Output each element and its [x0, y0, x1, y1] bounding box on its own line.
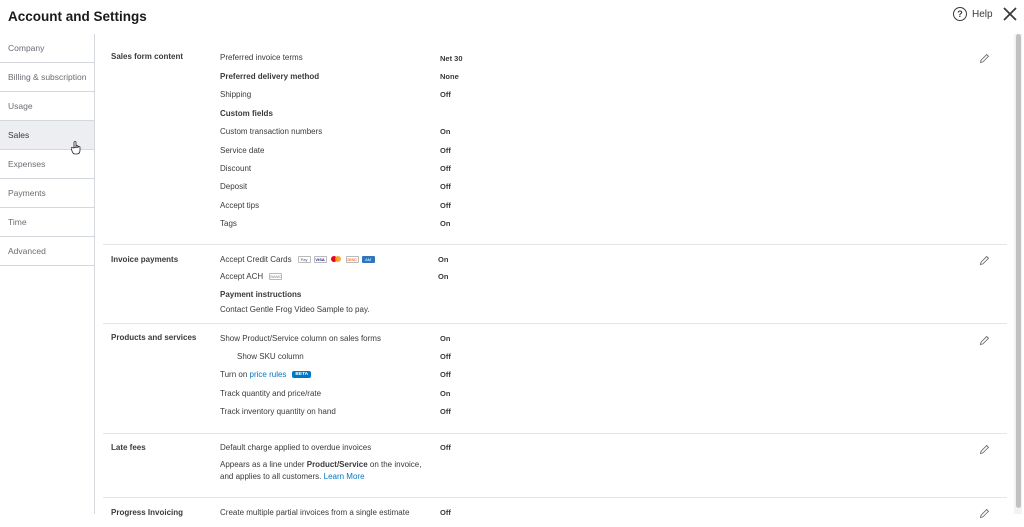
row-label: Preferred invoice terms [220, 52, 303, 62]
pencil-edit-icon[interactable] [979, 53, 990, 64]
beta-badge: BETA [292, 370, 312, 378]
row-text: Contact Gentle Frog Video Sample to pay. [220, 304, 370, 314]
row-value: Off [440, 182, 451, 191]
row-value: Off [440, 443, 451, 452]
section-title: Invoice payments [111, 255, 179, 264]
sidebar-item-company[interactable]: Company [0, 34, 94, 63]
sidebar-item-advanced[interactable]: Advanced [0, 237, 94, 266]
row-value: On [440, 127, 451, 136]
row-label: Create multiple partial invoices from a … [220, 507, 410, 517]
pencil-edit-icon[interactable] [979, 335, 990, 346]
hand-cursor-icon [71, 141, 81, 155]
price-rules-row: Turn on price rules BETA [220, 368, 312, 380]
section-title: Sales form content [111, 52, 184, 61]
mastercard-icon [330, 255, 343, 263]
learn-more-link[interactable]: Learn More [324, 472, 365, 481]
row-label: Track inventory quantity on hand [220, 406, 336, 416]
row-value: On [440, 389, 451, 398]
section-title: Late fees [111, 443, 146, 452]
row-label: Default charge applied to overdue invoic… [220, 442, 372, 452]
desc-text: Appears as a line under [220, 460, 305, 469]
ach-row: Accept ACH BANK [220, 270, 283, 282]
desc-text: and applies to all customers. [220, 472, 322, 481]
row-label: Preferred delivery method [220, 71, 320, 81]
visa-icon: VISA [313, 255, 327, 263]
row-label: Discount [220, 163, 252, 173]
section-title: Progress Invoicing [111, 508, 184, 517]
row-label: Payment instructions [220, 289, 302, 299]
row-value: Off [440, 164, 451, 173]
sidebar-item-usage[interactable]: Usage [0, 92, 94, 121]
section-progress-invoicing: Progress Invoicing Create multiple parti… [103, 497, 1007, 527]
pencil-edit-icon[interactable] [979, 255, 990, 266]
price-rules-link[interactable]: price rules [250, 370, 287, 379]
row-value: Off [440, 146, 451, 155]
row-label: Custom fields [220, 108, 273, 118]
row-value: Off [440, 90, 451, 99]
late-fees-description: Appears as a line under Product/Service … [220, 459, 421, 483]
row-value: Off [440, 407, 451, 416]
row-value: Off [440, 370, 451, 379]
section-title: Products and services [111, 333, 197, 342]
row-label: Accept ACH [220, 271, 264, 281]
credit-cards-row: Accept Credit Cards Pay VISA DISC AM [220, 253, 375, 265]
row-label: Track quantity and price/rate [220, 388, 322, 398]
row-label: Service date [220, 145, 265, 155]
top-bar: Account and Settings ? Help [0, 0, 1024, 34]
settings-content: Sales form content Preferred invoice ter… [95, 34, 1007, 519]
row-value: Off [440, 508, 451, 517]
help-label: Help [972, 8, 993, 20]
row-value: On [440, 334, 451, 343]
scrollbar-thumb[interactable] [1016, 34, 1021, 508]
close-icon[interactable] [1001, 5, 1019, 23]
row-label: Shipping [220, 89, 252, 99]
row-value: On [440, 219, 451, 228]
row-label: Show Product/Service column on sales for… [220, 333, 381, 343]
row-value: On [438, 272, 449, 281]
bank-icon: BANK [269, 272, 283, 280]
amex-icon: AM [361, 255, 375, 263]
question-circle-icon: ? [953, 7, 967, 21]
row-label: Accept Credit Cards [220, 254, 292, 264]
section-invoice-payments: Invoice payments Accept Credit Cards Pay… [103, 244, 1007, 324]
section-products-and-services: Products and services Show Product/Servi… [103, 323, 1007, 434]
row-label: Custom transaction numbers [220, 126, 323, 136]
section-sales-form-content: Sales form content Preferred invoice ter… [103, 34, 1007, 245]
desc-text: on the invoice, [369, 460, 422, 469]
row-value: None [440, 72, 459, 81]
sidebar-item-payments[interactable]: Payments [0, 179, 94, 208]
sidebar-item-billing[interactable]: Billing & subscription [0, 63, 94, 92]
row-label: Show SKU column [237, 351, 304, 361]
row-value: Off [440, 201, 451, 210]
row-label: Tags [220, 218, 237, 228]
row-label: Deposit [220, 181, 248, 191]
row-value: Off [440, 352, 451, 361]
page-title: Account and Settings [8, 9, 147, 24]
pencil-edit-icon[interactable] [979, 444, 990, 455]
row-label: Turn on [220, 369, 248, 379]
apple-pay-icon: Pay [297, 255, 311, 263]
sidebar: Company Billing & subscription Usage Sal… [0, 34, 95, 514]
discover-icon: DISC [345, 255, 359, 263]
section-late-fees: Late fees Default charge applied to over… [103, 433, 1007, 498]
desc-bold: Product/Service [306, 460, 368, 469]
row-label: Accept tips [220, 200, 260, 210]
row-value: Net 30 [440, 54, 463, 63]
sidebar-item-time[interactable]: Time [0, 208, 94, 237]
row-value: On [438, 255, 449, 264]
help-button[interactable]: ? Help [953, 6, 993, 22]
